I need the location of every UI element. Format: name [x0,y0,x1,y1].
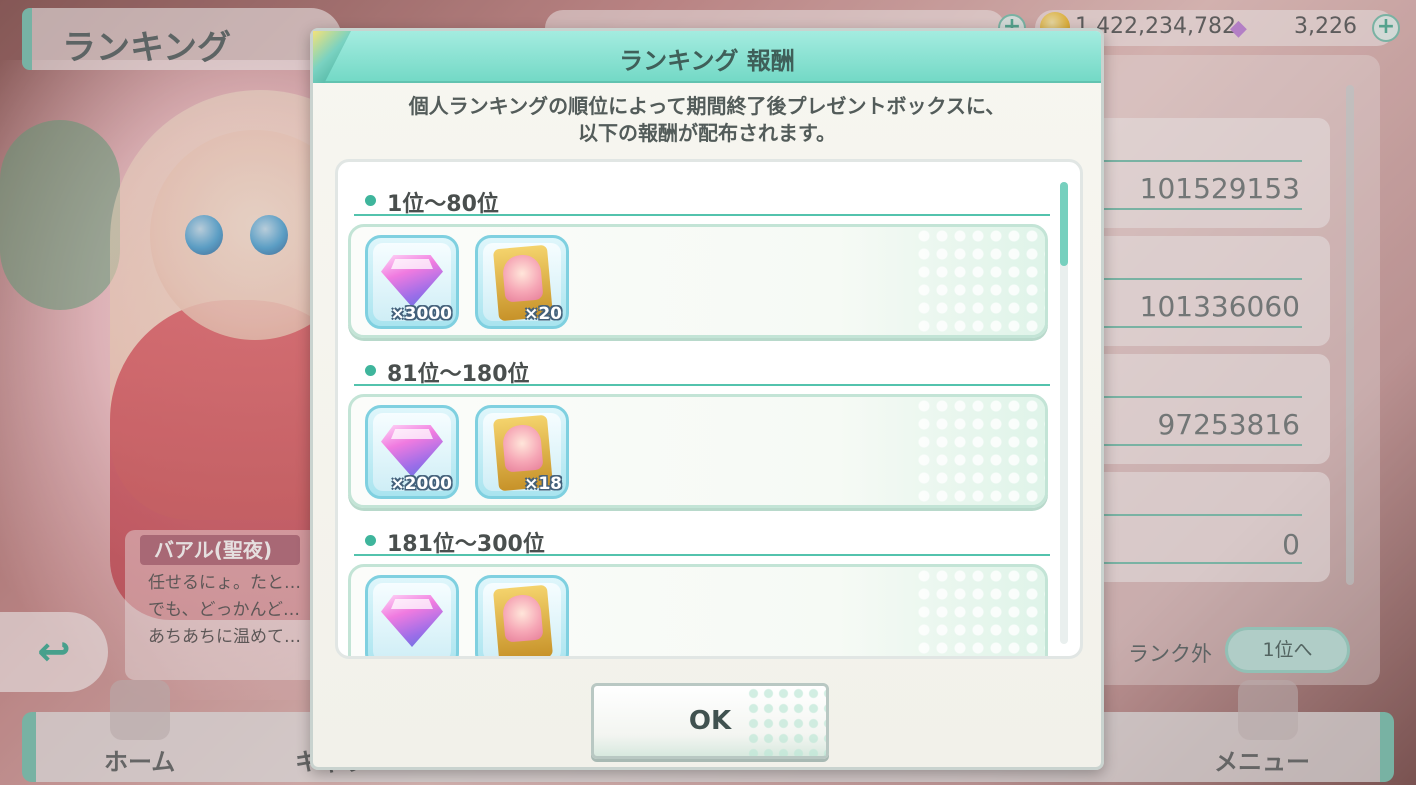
reward-modal: ランキング 報酬 個人ランキングの順位によって期間終了後プレゼントボックスに、 … [310,28,1104,770]
dot-pattern-decoration [915,397,1045,505]
item-quantity: ×20 [524,304,562,324]
modal-header: ランキング 報酬 [313,31,1101,83]
item-quantity: ×18 [524,474,562,494]
reward-list[interactable]: 1位〜80位 ×3000 ×20 81位〜180位 ×2000 ×18 181位… [335,159,1083,659]
tier-reward-panel: ×3000 ×20 [348,224,1048,338]
bullet-dot-icon [365,195,376,206]
tier-label: 181位〜300位 [387,532,545,557]
reward-item-card[interactable] [475,575,569,656]
ok-button[interactable]: OK [591,683,829,759]
tier-label: 81位〜180位 [387,362,530,387]
dot-pattern-decoration [915,567,1045,656]
reward-item-card[interactable]: ×18 [475,405,569,499]
tier-reward-panel: ×2000 ×18 [348,394,1048,508]
dot-pattern-decoration [915,227,1045,335]
item-quantity: ×3000 [390,304,452,324]
tier-label: 1位〜80位 [387,192,499,217]
reward-item-gem[interactable] [365,575,459,656]
reward-scrollbar-thumb[interactable] [1060,182,1068,266]
tier-header: 81位〜180位 [354,354,1050,387]
character-card-icon [492,584,554,656]
reward-item-gem[interactable]: ×2000 [365,405,459,499]
item-quantity: ×2000 [390,474,452,494]
tier-reward-panel [348,564,1048,656]
bullet-dot-icon [365,365,376,376]
modal-title: ランキング 報酬 [619,47,795,75]
tier-header: 181位〜300位 [354,524,1050,557]
modal-description: 個人ランキングの順位によって期間終了後プレゼントボックスに、 以下の報酬が配布さ… [408,94,1006,145]
dot-pattern-decoration [746,686,826,756]
reward-item-card[interactable]: ×20 [475,235,569,329]
ok-button-label: OK [688,706,732,736]
bullet-dot-icon [365,535,376,546]
tier-header: 1位〜80位 [354,184,1050,217]
reward-item-gem[interactable]: ×3000 [365,235,459,329]
